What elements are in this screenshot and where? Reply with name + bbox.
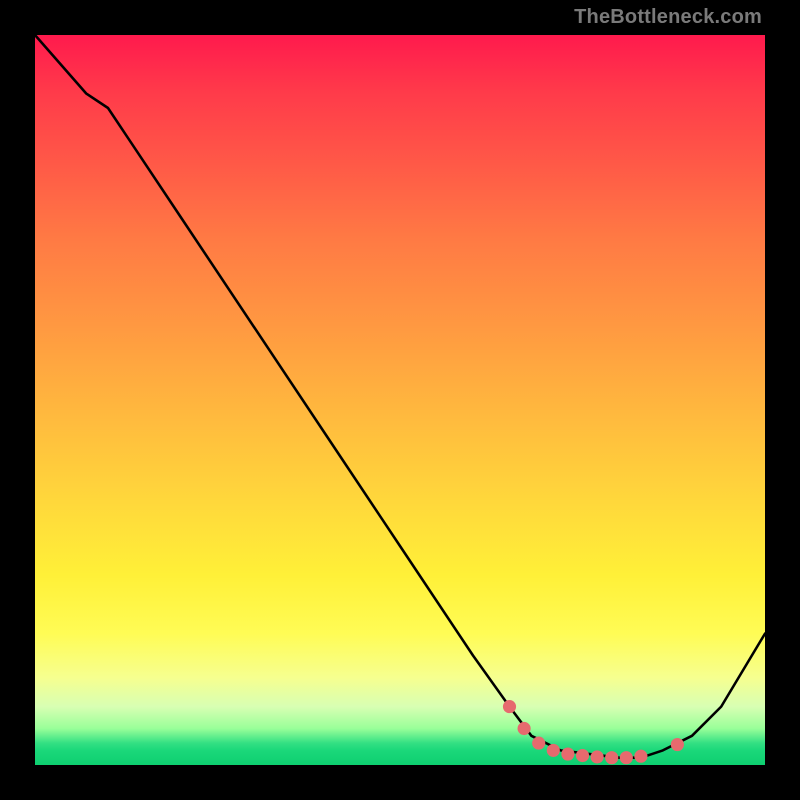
marker-dot: [518, 722, 531, 735]
marker-dot: [605, 751, 618, 764]
bottleneck-curve: [35, 35, 765, 758]
marker-dot: [591, 750, 604, 763]
marker-dot: [547, 744, 560, 757]
marker-dot: [532, 737, 545, 750]
chart-svg: [35, 35, 765, 765]
marker-dot: [576, 749, 589, 762]
marker-dot: [671, 738, 684, 751]
marker-dot: [503, 700, 516, 713]
marker-dot: [620, 751, 633, 764]
chart-plot-area: [35, 35, 765, 765]
marker-dot: [561, 747, 574, 760]
marker-dot: [634, 750, 647, 763]
watermark-text: TheBottleneck.com: [574, 6, 762, 29]
chart-frame: TheBottleneck.com: [0, 0, 800, 800]
